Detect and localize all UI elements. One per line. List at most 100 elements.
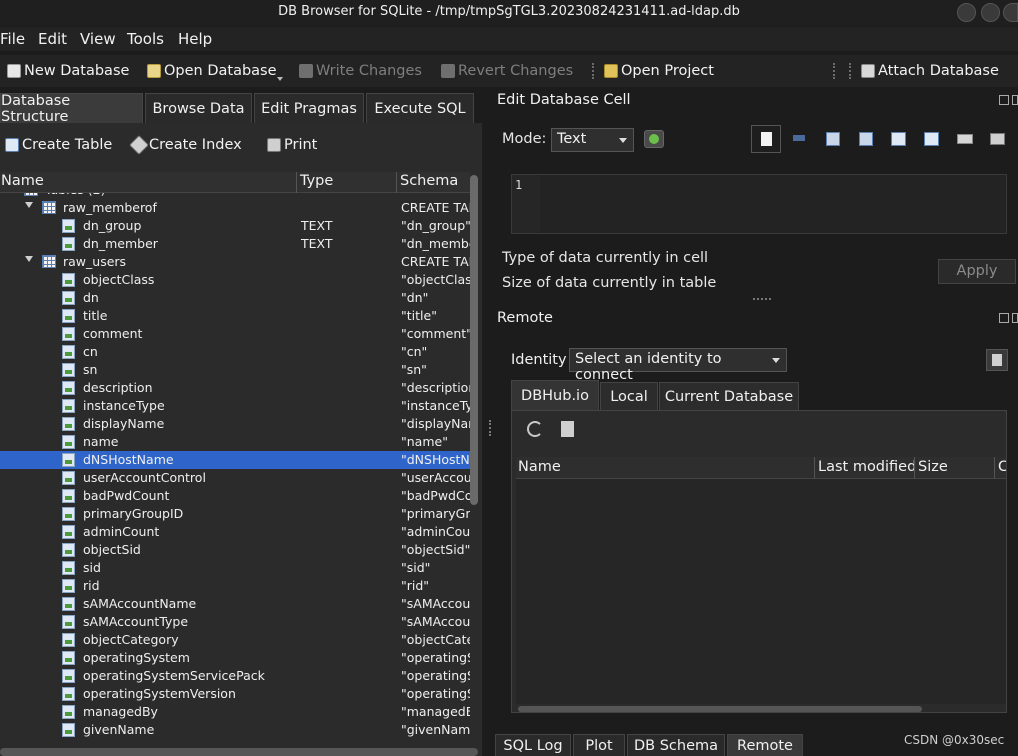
tree-field-row[interactable]: dn_member TEXT "dn_membe [0,235,470,253]
minimize-button[interactable] [957,3,976,22]
tree-table-row[interactable]: raw_memberof CREATE TAB [0,199,470,217]
column-remote-name-header[interactable]: Name [518,459,561,475]
tree-table-row[interactable]: raw_users CREATE TAB [0,253,470,271]
tab-db-schema[interactable]: DB Schema [627,734,725,756]
tree-field-row[interactable]: rid "rid" [0,577,470,595]
column-schema-header[interactable]: Schema [400,173,458,189]
tree-field-row[interactable]: dNSHostName "dNSHostNa [0,451,470,469]
mode-select[interactable]: Text [551,128,634,152]
toolbar-grip[interactable] [849,63,853,79]
tree-field-row[interactable]: sn "sn" [0,361,470,379]
tree-field-row[interactable]: sAMAccountType "sAMAccour [0,613,470,631]
tab-database-structure[interactable]: Database Structure [0,93,143,125]
tree-field-row[interactable]: instanceType "instanceTyp [0,397,470,415]
column-last-modified-header[interactable]: Last modified [818,459,916,475]
dock-float-icon[interactable] [999,313,1009,323]
tab-sql-log[interactable]: SQL Log [495,734,571,756]
menu-help[interactable]: Help [178,30,212,48]
menu-tools[interactable]: Tools [127,30,164,48]
pane-splitter-handle[interactable] [489,420,492,436]
tree-field-row[interactable]: objectClass "objectClass [0,271,470,289]
tree-field-row[interactable]: name "name" [0,433,470,451]
tree-field-row[interactable]: badPwdCount "badPwdCou [0,487,470,505]
expand-arrow-icon[interactable] [25,202,33,208]
tab-current-database[interactable]: Current Database [659,382,799,410]
print-button[interactable]: Print [267,137,317,153]
tree-field-row[interactable]: dn "dn" [0,289,470,307]
tab-local[interactable]: Local [600,382,658,410]
tab-execute-sql[interactable]: Execute SQL [366,93,474,123]
apply-button[interactable]: Apply [938,259,1016,284]
schema-tree[interactable]: Tables (2) raw_memberof CREATE TAB dn_group… [0,193,470,756]
clone-database-icon[interactable] [561,421,574,437]
tab-edit-pragmas[interactable]: Edit Pragmas [254,93,364,123]
open-database-dropdown-icon[interactable] [277,77,283,81]
tree-field-row[interactable]: userAccountControl "userAccoun [0,469,470,487]
column-separator[interactable] [814,457,815,479]
remote-file-list[interactable] [516,479,1006,704]
clear-button[interactable] [955,130,975,148]
word-wrap-button[interactable] [790,130,810,148]
tree-field-row[interactable]: primaryGroupID "primaryGro [0,505,470,523]
attach-database-button[interactable]: Attach Database [861,61,999,81]
create-index-button[interactable]: Create Index [129,135,242,155]
identity-settings-button[interactable] [986,349,1008,371]
column-separator[interactable] [914,457,915,479]
open-project-button[interactable]: Open Project [604,61,714,81]
maximize-button[interactable] [981,3,1000,22]
new-database-button[interactable]: New Database [7,61,129,81]
toolbar-grip[interactable] [592,63,596,79]
tree-field-row[interactable]: operatingSystem "operatingS [0,649,470,667]
tree-field-row[interactable]: givenName "givenName [0,721,470,739]
cell-editor[interactable]: 1 [511,174,1007,234]
menu-view[interactable]: View [80,30,116,48]
open-in-editor-button[interactable] [922,130,942,148]
tree-field-row[interactable]: sid "sid" [0,559,470,577]
tree-field-row[interactable]: displayName "displayNan [0,415,470,433]
tree-field-row[interactable]: description "description [0,379,470,397]
column-size-header[interactable]: Size [918,459,948,475]
open-database-button[interactable]: Open Database [147,61,277,81]
export-button[interactable] [857,130,877,148]
column-commit-header[interactable]: C [998,459,1006,475]
tree-horizontal-scrollbar[interactable] [0,748,478,756]
remote-horizontal-scrollbar[interactable] [518,706,922,712]
print-cell-button[interactable] [988,130,1008,148]
tree-field-row[interactable]: objectCategory "objectCate [0,631,470,649]
refresh-icon[interactable] [527,421,543,437]
tree-field-row[interactable]: adminCount "adminCour [0,523,470,541]
identity-select[interactable]: Select an identity to connect [569,348,787,383]
toolbar-grip[interactable] [833,63,837,79]
revert-changes-button[interactable]: Revert Changes [441,61,573,81]
tree-field-row[interactable]: operatingSystemVersion "operatingS [0,685,470,703]
tree-field-row[interactable]: managedBy "managedBy [0,703,470,721]
tree-field-row[interactable]: cn "cn" [0,343,470,361]
create-table-button[interactable]: Create Table [5,137,112,153]
menu-edit[interactable]: Edit [38,30,67,48]
set-null-button[interactable] [889,130,909,148]
column-separator[interactable] [396,172,397,193]
tree-field-row[interactable]: operatingSystemServicePack "operatingS [0,667,470,685]
tree-field-row[interactable]: objectSid "objectSid" [0,541,470,559]
tree-field-row[interactable]: comment "comment" [0,325,470,343]
tree-field-row[interactable]: dn_group TEXT "dn_group" [0,217,470,235]
column-name-header[interactable]: Name [1,173,44,189]
tree-field-row[interactable]: sAMAccountName "sAMAccour [0,595,470,613]
column-type-header[interactable]: Type [300,173,333,189]
text-mode-button[interactable] [751,125,781,153]
dock-float-icon[interactable] [999,95,1009,105]
tab-browse-data[interactable]: Browse Data [145,93,252,123]
auto-format-gear-icon[interactable] [644,130,664,148]
tree-field-row[interactable]: title "title" [0,307,470,325]
write-changes-button[interactable]: Write Changes [299,61,422,81]
tab-remote[interactable]: Remote [727,734,803,756]
dock-splitter-handle[interactable] [753,298,771,302]
column-separator[interactable] [994,457,995,479]
tab-dbhub[interactable]: DBHub.io [511,380,599,410]
dock-close-icon[interactable] [1012,313,1018,323]
dock-close-icon[interactable] [1012,95,1018,105]
menu-file[interactable]: File [0,30,25,48]
expand-arrow-icon[interactable] [25,256,33,262]
tab-plot[interactable]: Plot [573,734,625,756]
import-button[interactable] [824,130,844,148]
